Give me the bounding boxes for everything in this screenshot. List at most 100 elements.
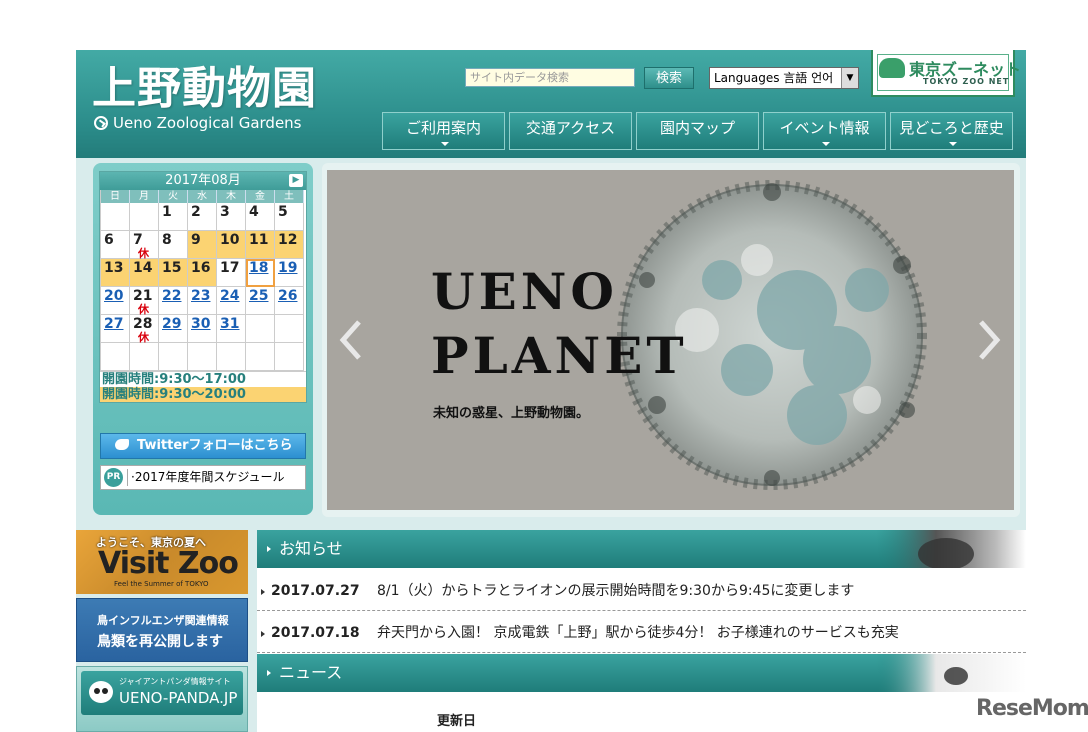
nav-item-map[interactable]: 園内マップ (636, 112, 759, 150)
divider (127, 469, 128, 486)
nav-item-label: ご利用案内 (405, 119, 481, 137)
notice-item[interactable]: 2017.07.27 8/1（火）からトラとライオンの展示開始時間を9:30から… (257, 571, 1026, 611)
triangle-right-icon (261, 631, 265, 637)
notice-item[interactable]: 2017.07.18 弁天門から入園！ 京成電鉄「上野」駅から徒歩4分！ お子様… (257, 613, 1026, 653)
calendar-day[interactable]: 29 (159, 315, 188, 343)
calendar-day[interactable]: 24 (217, 287, 246, 315)
calendar-day: 2 (188, 203, 217, 231)
calendar-day: 13 (101, 259, 130, 287)
calendar-day[interactable]: 18 (246, 259, 275, 287)
tokyo-zoo-net-banner[interactable]: 東京ズーネット TOKYO ZOO NET (871, 50, 1021, 97)
visit-zoo-sub: Feel the Summer of TOKYO (114, 580, 209, 588)
nav-item-guide[interactable]: ご利用案内 (382, 112, 505, 150)
visit-zoo-main: Visit Zoo (98, 546, 239, 581)
caret-down-icon (822, 142, 830, 146)
twitter-follow-button[interactable]: Twitterフォローはこちら (100, 433, 306, 459)
weekday-header: 土 (275, 190, 304, 203)
calendar-day[interactable]: 22 (159, 287, 188, 315)
chevron-left-icon[interactable] (339, 320, 363, 360)
panda-site-banner[interactable]: ジャイアントパンダ情報サイト UENO-PANDA.JP (76, 666, 248, 732)
calendar-day-number: 19 (278, 260, 298, 276)
resemom-watermark: ReseMom (976, 696, 1088, 721)
notice-date: 2017.07.18 (271, 625, 360, 641)
nav-item-history[interactable]: 見どころと歴史 (890, 112, 1013, 150)
twitter-bird-icon (115, 439, 129, 450)
gorilla-photo (876, 530, 1026, 568)
panda-line1: ジャイアントパンダ情報サイト (119, 677, 231, 686)
notice-text: 8/1（火）からトラとライオンの展示開始時間を9:30から9:45に変更します (377, 583, 855, 599)
calendar: 2017年08月 ▶ 日月火水木金土 1 2 3 4 5 6 7 休 8 9 10 11 12 13 14 15… (99, 171, 307, 403)
caret-down-icon (949, 142, 957, 146)
calendar-day[interactable]: 20 (101, 287, 130, 315)
calendar-day[interactable]: 19 (275, 259, 304, 287)
calendar-empty-cell (101, 203, 130, 231)
hero-slider-frame: UENO PLANET 未知の惑星、上野動物園。 (322, 163, 1020, 517)
calendar-day-number: 6 (104, 232, 114, 248)
calendar-empty-cell (217, 343, 246, 371)
language-select[interactable]: Languages 言語 언어 ▼ (709, 67, 859, 89)
calendar-day: 4 (246, 203, 275, 231)
nav-item-access[interactable]: 交通アクセス (509, 112, 632, 150)
calendar-day-number: 22 (162, 288, 182, 304)
calendar-day[interactable]: 27 (101, 315, 130, 343)
calendar-day: 5 (275, 203, 304, 231)
calendar-day-number: 4 (249, 204, 259, 220)
calendar-day: 16 (188, 259, 217, 287)
pr-badge: PR (104, 468, 123, 487)
weekday-header: 木 (217, 190, 246, 203)
calendar-day-number: 15 (162, 260, 182, 276)
hours-normal: 開園時間:9:30～17:00 (100, 371, 306, 387)
hero-slider[interactable]: UENO PLANET 未知の惑星、上野動物園。 (327, 170, 1014, 510)
news-area: お知らせ 2017.07.27 8/1（火）からトラとライオンの展示開始時間を9… (257, 530, 1026, 732)
calendar-day[interactable]: 23 (188, 287, 217, 315)
calendar-empty-cell (275, 343, 304, 371)
calendar-day: 1 (159, 203, 188, 231)
visit-zoo-banner[interactable]: ようこそ、東京の夏へ Visit Zoo Feel the Summer of … (76, 530, 248, 594)
panda-line2: UENO-PANDA.JP (119, 689, 238, 707)
calendar-day-number: 30 (191, 316, 211, 332)
calendar-day[interactable]: 25 (246, 287, 275, 315)
panda-photo (876, 654, 1026, 692)
slide-title-line1: UENO (431, 262, 618, 321)
slide-title: UENO PLANET (431, 260, 688, 388)
pr-link[interactable]: PR ·2017年度年間スケジュール (100, 465, 306, 490)
nav-item-label: イベント情報 (779, 119, 870, 137)
calendar-day-number: 11 (249, 232, 269, 248)
calendar-day: 14 (130, 259, 159, 287)
calendar-day: 15 (159, 259, 188, 287)
calendar-day[interactable]: 30 (188, 315, 217, 343)
hours-extended: 開園時間:9:30～20:00 (100, 387, 306, 402)
triangle-right-icon (267, 670, 271, 676)
calendar-day: 7休 (130, 231, 159, 260)
calendar-day-number: 20 (104, 288, 124, 304)
calendar-day: 17 (217, 259, 246, 287)
triangle-right-icon (267, 546, 271, 552)
calendar-empty-cell (275, 315, 304, 343)
calendar-day: 28 休 (130, 315, 159, 344)
site-logo-subtitle[interactable]: Ueno Zoological Gardens (94, 114, 302, 132)
calendar-day: 3 (217, 203, 246, 231)
calendar-day-number: 13 (104, 260, 124, 276)
calendar-day-number: 1 (162, 204, 172, 220)
calendar-day[interactable]: 31 (217, 315, 246, 343)
caret-down-icon (441, 142, 449, 146)
calendar-day-number: 23 (191, 288, 211, 304)
calendar-day: 8 (159, 231, 188, 259)
site-logo-title[interactable]: 上野動物園 (92, 52, 317, 116)
bird-flu-banner[interactable]: 鳥インフルエンザ関連情報 鳥類を再公開します (76, 598, 248, 662)
bird-flu-line1: 鳥インフルエンザ関連情報 (97, 614, 229, 627)
calendar-day-number: 24 (220, 288, 240, 304)
site-container: 上野動物園 Ueno Zoological Gardens サイト内データ検索 … (76, 50, 1026, 732)
calendar-day: 21 休 (130, 287, 159, 316)
calendar-day-number: 9 (191, 232, 201, 248)
chevron-right-icon[interactable] (977, 320, 1001, 360)
elephant-icon (879, 58, 905, 78)
notice-date: 2017.07.27 (271, 583, 360, 599)
calendar-day[interactable]: 26 (275, 287, 304, 315)
nav-item-events[interactable]: イベント情報 (763, 112, 886, 150)
chevron-right-icon[interactable]: ▶ (289, 174, 303, 187)
search-button[interactable]: 検索 (644, 67, 694, 89)
search-input[interactable]: サイト内データ検索 (465, 68, 635, 87)
news-header: ニュース (257, 654, 1026, 692)
panda-icon (89, 681, 113, 703)
